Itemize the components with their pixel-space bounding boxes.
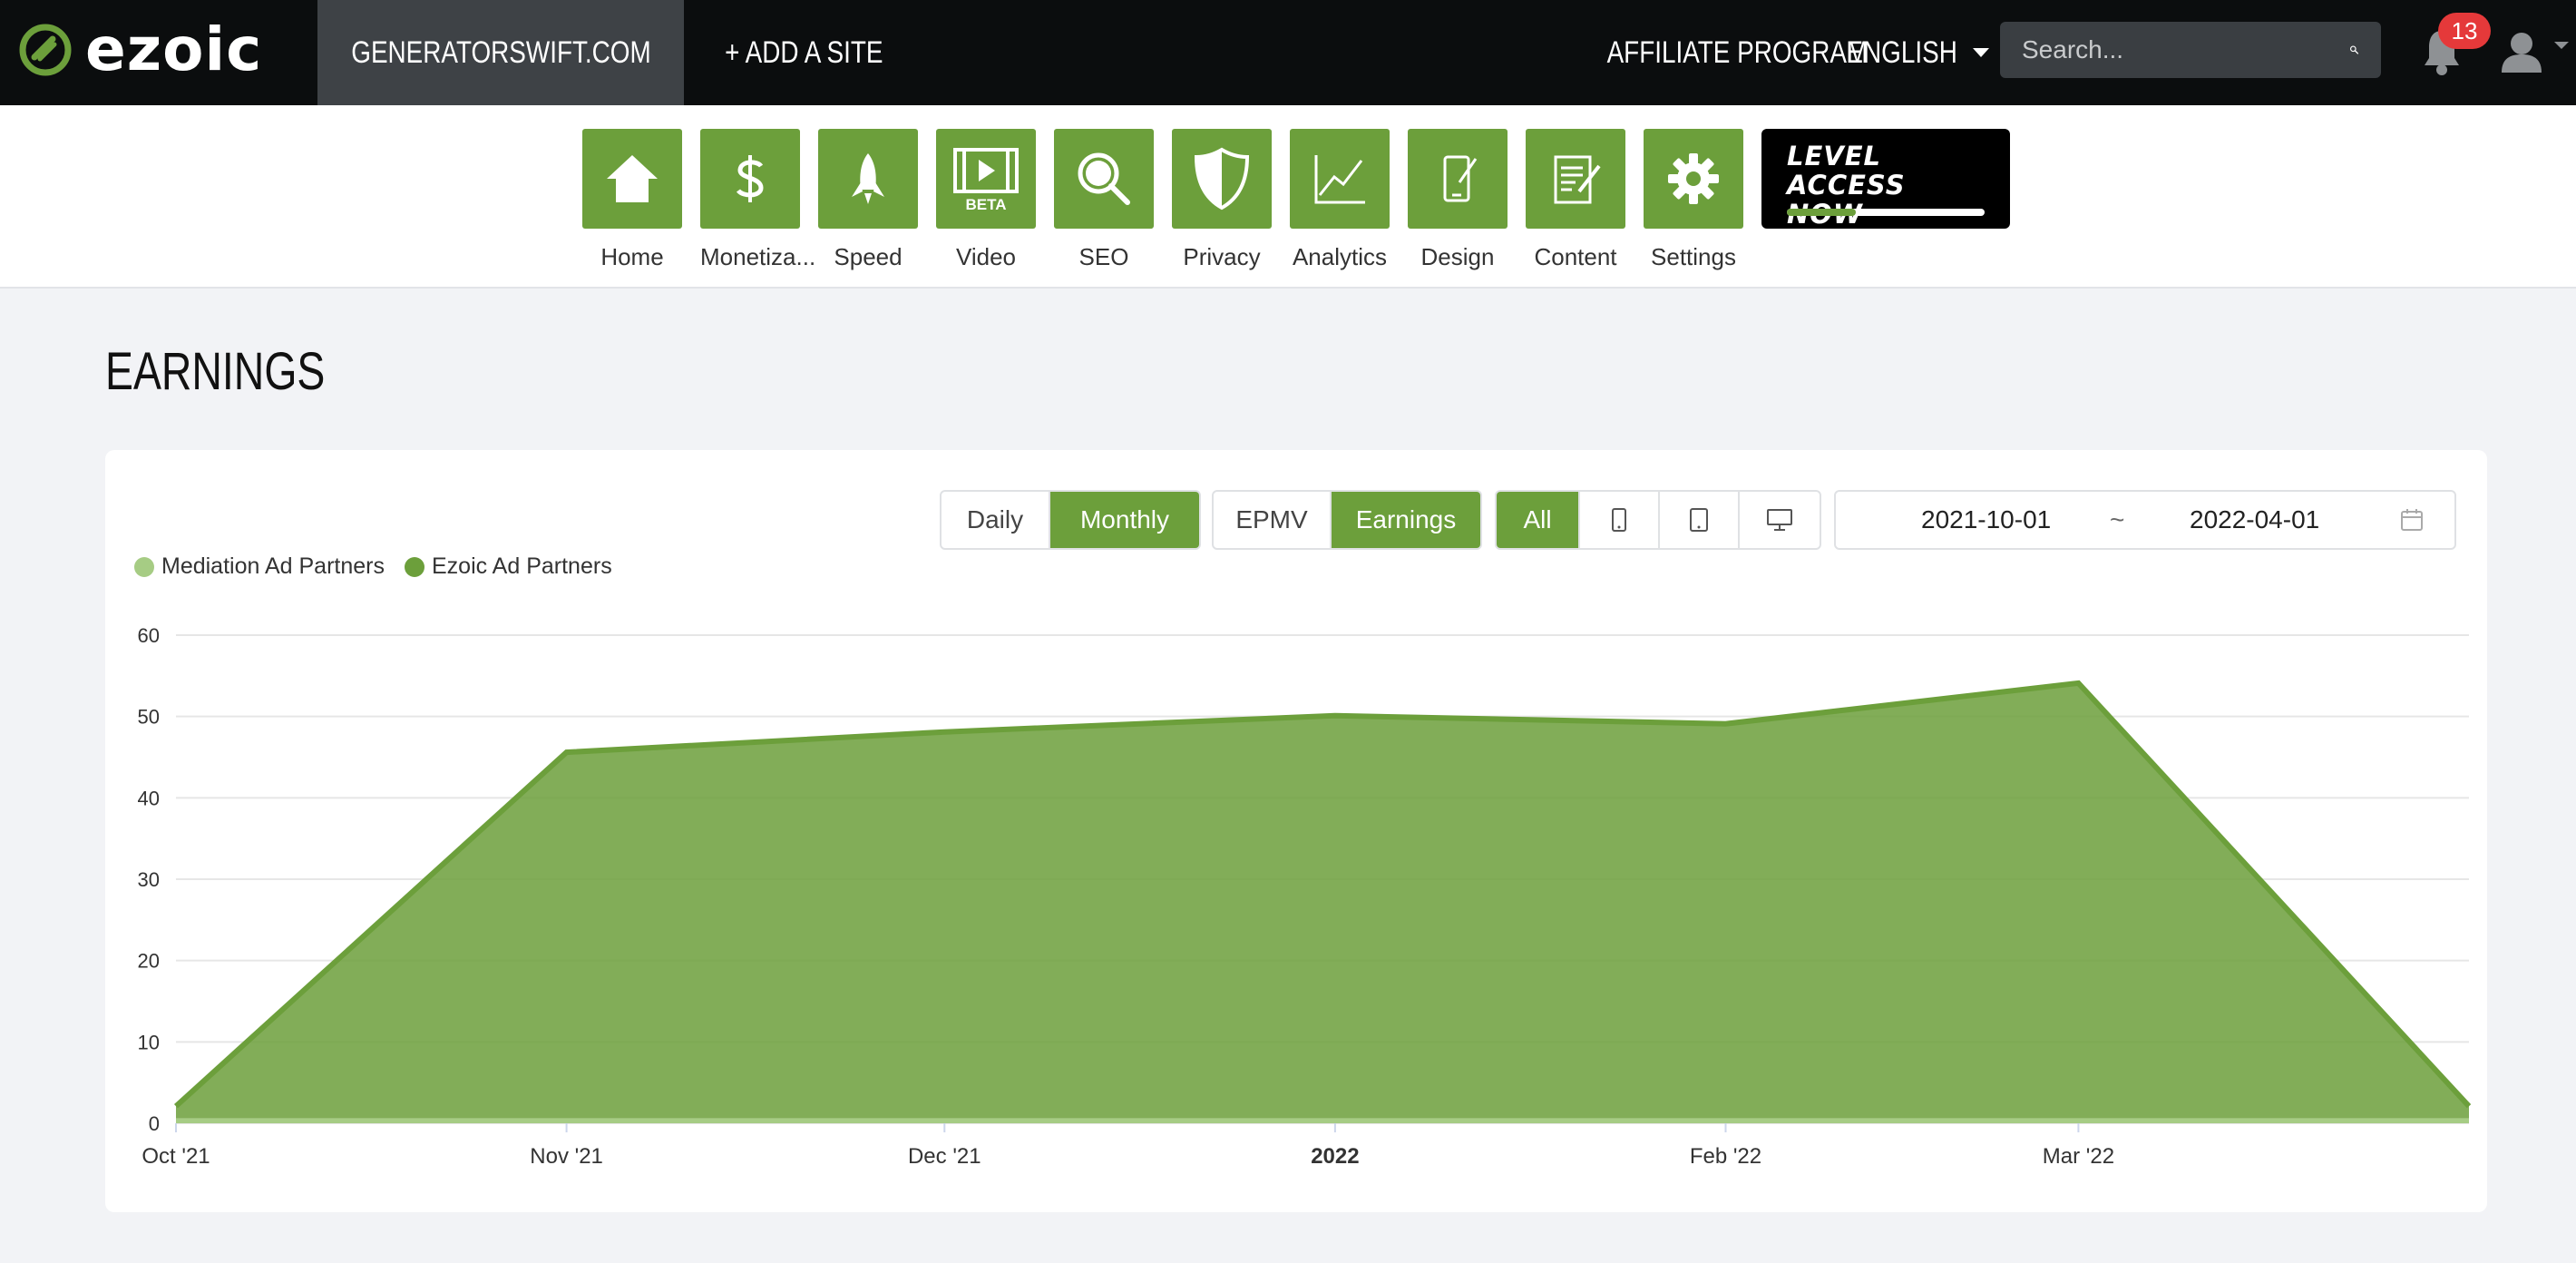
ezoic-logo[interactable]: ezoic — [18, 18, 262, 82]
area-ezoic-ad-partners — [176, 682, 2469, 1119]
level-banner-line1: LEVEL — [1787, 141, 1882, 171]
site-name: GENERATORSWIFT.COM — [350, 34, 651, 70]
y-tick-label-20: 20 — [138, 950, 160, 973]
x-tick-label-0: Oct '21 — [141, 1144, 210, 1169]
toolbar-analytics[interactable]: Analytics — [1290, 129, 1390, 271]
level-progress-bar — [1787, 209, 1985, 216]
earnings-chart-card: Daily Monthly EPMV Earnings All 2021-10-… — [105, 450, 2487, 1212]
y-tick-label-30: 30 — [138, 868, 160, 891]
chevron-down-icon — [1973, 48, 1990, 57]
top-navigation-bar: ezoic GENERATORSWIFT.COM + ADD A SITE AF… — [0, 0, 2576, 105]
toolbar-label-settings: Settings — [1651, 243, 1736, 270]
toolbar-label-video: Video — [955, 243, 1017, 270]
line-chart-icon — [1314, 155, 1365, 204]
home-icon — [607, 155, 658, 202]
y-tick-label-40: 40 — [138, 787, 160, 809]
search-input[interactable] — [2022, 35, 2349, 64]
y-tick-label-0: 0 — [149, 1112, 160, 1135]
toolbar-speed[interactable]: Speed — [818, 129, 918, 271]
phone-pen-icon — [1443, 155, 1478, 202]
toolbar-home[interactable]: Home — [582, 129, 682, 271]
level-access-now-banner[interactable]: LEVEL ACCESS NOW — [1761, 129, 2010, 229]
toolbar-design[interactable]: Design — [1408, 129, 1508, 271]
video-beta-icon: BETA — [953, 148, 1019, 213]
beta-badge: BETA — [965, 196, 1006, 213]
y-tick-label-50: 50 — [138, 706, 160, 729]
analytics-tile[interactable] — [1290, 129, 1390, 229]
toolbar-seo[interactable]: SEO — [1054, 129, 1154, 271]
affiliate-label: AFFILIATE PROGRAM — [1606, 34, 1869, 70]
rocket-icon — [852, 153, 884, 204]
notification-count-badge[interactable]: 13 — [2438, 13, 2491, 49]
x-tick-label-3: 2022 — [1311, 1144, 1359, 1169]
gear-icon — [1668, 153, 1719, 204]
shield-icon — [1194, 147, 1250, 210]
monetization-tile[interactable] — [700, 129, 800, 229]
search-box — [2000, 22, 2381, 78]
area-mediation-ad-partners — [176, 1118, 2469, 1123]
feature-toolbar: Home Monetiza... Speed BETA Video SEO Pr… — [0, 105, 2576, 289]
home-tile[interactable] — [582, 129, 682, 229]
document-pen-icon — [1554, 155, 1601, 204]
add-site-label: + ADD A SITE — [725, 34, 883, 70]
video-tile[interactable]: BETA — [936, 129, 1036, 229]
search-icon[interactable] — [2349, 37, 2359, 63]
y-tick-label-10: 10 — [138, 1031, 160, 1053]
add-site-link[interactable]: + ADD A SITE — [707, 0, 901, 105]
current-site-tab[interactable]: GENERATORSWIFT.COM — [317, 0, 684, 105]
content-tile[interactable] — [1526, 129, 1625, 229]
x-tick-label-4: Feb '22 — [1690, 1144, 1761, 1169]
privacy-tile[interactable] — [1172, 129, 1272, 229]
toolbar-privacy[interactable]: Privacy — [1172, 129, 1272, 271]
y-tick-label-60: 60 — [138, 624, 160, 647]
language-dropdown[interactable]: ENGLISH — [1834, 0, 1990, 105]
toolbar-monetization[interactable]: Monetiza... — [700, 129, 816, 271]
speed-tile[interactable] — [818, 129, 918, 229]
toolbar-label-speed: Speed — [834, 243, 903, 270]
language-label: ENGLISH — [1846, 34, 1957, 70]
level-banner-line2: ACCESS NOW — [1787, 170, 1906, 229]
x-tick-label-1: Nov '21 — [530, 1144, 603, 1169]
toolbar-label-seo: SEO — [1078, 243, 1129, 270]
ezoic-logo-icon — [19, 24, 72, 76]
toolbar-label-home: Home — [600, 243, 664, 270]
magnifier-icon — [1078, 152, 1130, 205]
settings-tile[interactable] — [1644, 129, 1743, 229]
seo-tile[interactable] — [1054, 129, 1154, 229]
user-avatar-icon[interactable] — [2502, 31, 2574, 74]
x-tick-label-5: Mar '22 — [2043, 1144, 2114, 1169]
earnings-area-chart: 0 10 20 30 40 50 60 Oct '21 Nov '21 Dec '21 2022 Fe… — [138, 624, 2472, 1169]
x-tick-label-2: Dec '21 — [908, 1144, 981, 1169]
page-title-text: EARNINGS — [105, 342, 326, 401]
level-progress-fill — [1787, 209, 1857, 216]
logo-wordmark: ezoic — [85, 15, 263, 84]
toolbar-label-analytics: Analytics — [1292, 243, 1388, 270]
toolbar-content[interactable]: Content — [1526, 129, 1625, 271]
page-title: EARNINGS — [105, 341, 380, 402]
toolbar-label-design: Design — [1420, 243, 1495, 270]
toolbar-settings[interactable]: Settings — [1644, 129, 1743, 271]
toolbar-video[interactable]: BETA Video — [936, 129, 1036, 271]
dollar-icon — [736, 155, 764, 202]
design-tile[interactable] — [1408, 129, 1508, 229]
toolbar-label-content: Content — [1534, 243, 1617, 270]
toolbar-label-monetization: Monetiza... — [700, 243, 816, 270]
toolbar-label-privacy: Privacy — [1183, 243, 1261, 270]
